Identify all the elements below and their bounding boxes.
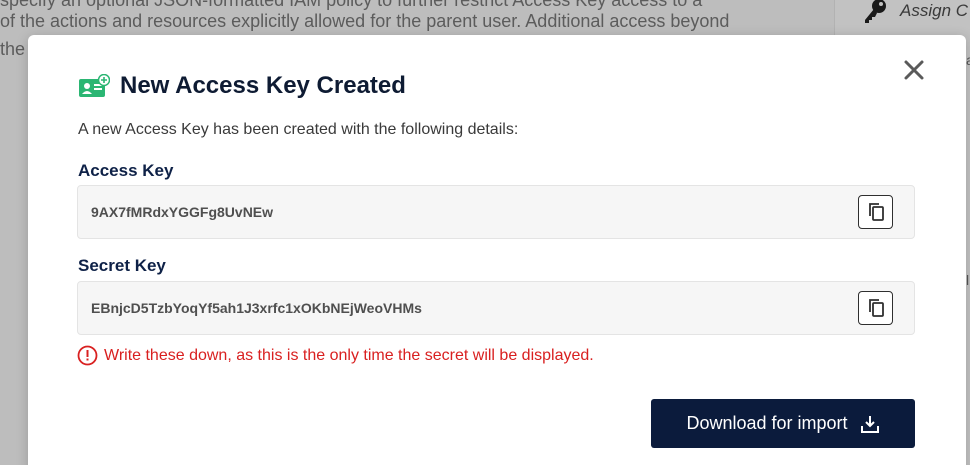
download-for-import-button[interactable]: Download for import: [651, 399, 915, 448]
download-button-label: Download for import: [686, 413, 848, 433]
close-icon: [904, 60, 924, 80]
copy-secret-key-button[interactable]: [858, 291, 893, 325]
access-key-icon: [79, 74, 110, 97]
secret-key-label: Secret Key: [78, 256, 166, 275]
background-edge-glyph: l: [966, 272, 970, 288]
new-access-key-modal: New Access Key Created A new Access Key …: [28, 35, 966, 465]
secret-key-field: EBnjcD5TzbYoqYf5ah1J3xrfc1xOKbNEjWeoVHMs: [77, 281, 915, 335]
background-sidebar-item-assign: Assign C: [862, 0, 969, 23]
copy-icon: [868, 299, 884, 317]
close-button[interactable]: [903, 59, 925, 81]
background-text-line: of the actions and resources explicitly …: [0, 11, 730, 31]
key-icon: [865, 0, 886, 23]
alert-circle-icon: [77, 345, 98, 366]
modal-intro-text: A new Access Key has been created with t…: [78, 121, 519, 138]
background-edge-glyph: a: [966, 52, 970, 68]
download-icon: [860, 415, 879, 433]
secret-key-value[interactable]: EBnjcD5TzbYoqYf5ah1J3xrfc1xOKbNEjWeoVHMs: [91, 300, 422, 316]
modal-header: New Access Key Created: [78, 72, 406, 100]
access-key-value[interactable]: 9AX7fMRdxYGGFg8UvNEw: [91, 204, 273, 220]
access-key-field: 9AX7fMRdxYGGFg8UvNEw: [77, 185, 915, 239]
copy-icon: [868, 203, 884, 221]
copy-access-key-button[interactable]: [858, 195, 893, 229]
background-sidebar-label: Assign C: [900, 1, 969, 20]
warning-text: Write these down, as this is the only ti…: [104, 346, 594, 364]
access-key-label: Access Key: [78, 161, 174, 180]
modal-title: New Access Key Created: [120, 72, 406, 99]
secret-warning: Write these down, as this is the only ti…: [77, 345, 594, 366]
